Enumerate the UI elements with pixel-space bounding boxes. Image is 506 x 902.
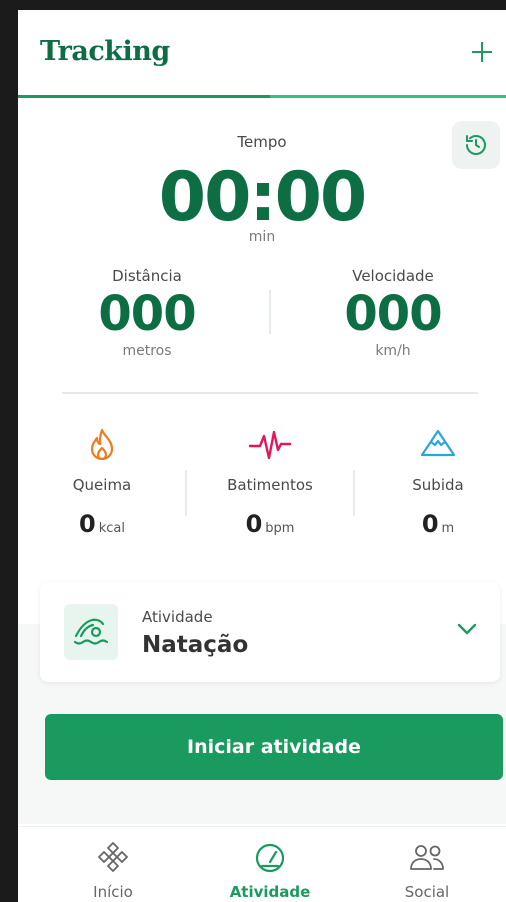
page-title: Tracking bbox=[40, 36, 170, 67]
nav-label: Atividade bbox=[229, 883, 311, 901]
speed-unit: km/h bbox=[375, 343, 411, 359]
speed-block: Velocidade 000 km/h bbox=[293, 267, 493, 359]
divider bbox=[353, 470, 355, 516]
chevron-down-icon bbox=[457, 623, 477, 635]
stat-unit: kcal bbox=[98, 521, 125, 536]
activity-select[interactable]: Atividade Natação bbox=[40, 582, 500, 682]
time-value: 00:00 bbox=[158, 158, 367, 237]
stat-value: 0 bbox=[421, 510, 439, 538]
distance-unit: metros bbox=[122, 343, 172, 359]
divider bbox=[185, 470, 187, 516]
top-strip bbox=[18, 0, 506, 10]
distance-block: Distância 000 metros bbox=[47, 267, 247, 359]
speed-value: 000 bbox=[344, 286, 442, 342]
activity-label: Atividade bbox=[142, 608, 213, 626]
nav-label: Início bbox=[93, 883, 133, 901]
stat-label: Subida bbox=[412, 476, 464, 494]
nav-item-home[interactable]: Início bbox=[53, 841, 173, 901]
speedometer-icon bbox=[255, 843, 285, 873]
heartbeat-icon bbox=[248, 430, 292, 460]
people-icon bbox=[410, 845, 444, 870]
nav-label: Social bbox=[404, 883, 450, 901]
stat-climb: Subida 0m bbox=[368, 428, 506, 538]
stat-heartbeat: Batimentos 0 bpm bbox=[200, 428, 340, 538]
distance-label: Distância bbox=[112, 267, 182, 285]
activity-value: Natação bbox=[142, 632, 249, 658]
speed-label: Velocidade bbox=[352, 267, 434, 285]
plus-icon[interactable] bbox=[466, 36, 498, 68]
stat-unit: m bbox=[441, 521, 455, 536]
section-divider bbox=[62, 392, 478, 394]
app-header: Tracking bbox=[18, 10, 506, 96]
tab-indicator bbox=[270, 95, 506, 98]
home-diamond-icon bbox=[98, 842, 128, 872]
bottom-nav: Início Atividade Social bbox=[18, 826, 506, 902]
nav-item-activity[interactable]: Atividade bbox=[210, 841, 330, 901]
divider bbox=[269, 290, 271, 334]
time-unit: min bbox=[248, 229, 276, 245]
mountain-icon bbox=[420, 429, 456, 457]
flame-icon bbox=[90, 428, 114, 461]
nav-item-social[interactable]: Social bbox=[367, 841, 487, 901]
stat-value: 0 bbox=[79, 510, 96, 538]
stat-label: Queima bbox=[72, 476, 132, 494]
stat-burn: Queima 0 kcal bbox=[32, 428, 172, 538]
tab-indicator-active bbox=[18, 95, 270, 98]
app-screen: Tracking Tempo 00:00 min Distância 000 m… bbox=[18, 0, 506, 902]
stat-unit: bpm bbox=[265, 521, 295, 536]
swimming-icon bbox=[73, 618, 109, 645]
stat-label: Batimentos bbox=[227, 476, 313, 494]
distance-value: 000 bbox=[98, 286, 196, 342]
start-activity-button[interactable]: Iniciar atividade bbox=[45, 714, 503, 780]
stat-value: 0 bbox=[245, 510, 263, 538]
activity-icon-box bbox=[64, 604, 118, 660]
time-label: Tempo bbox=[237, 133, 287, 151]
